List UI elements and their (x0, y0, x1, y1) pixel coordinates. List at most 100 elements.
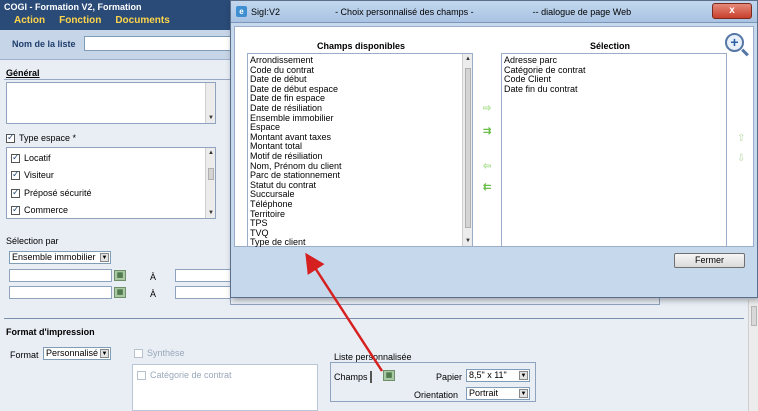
a-label-1: À (150, 272, 157, 282)
scroll-up-icon[interactable]: ▲ (465, 56, 471, 62)
format-select[interactable]: Personnalisé ▼ (43, 347, 111, 360)
scroll-thumb[interactable] (465, 68, 471, 228)
chevron-down-icon[interactable]: ▼ (100, 253, 109, 262)
list-item[interactable]: Date fin du contrat (504, 84, 578, 94)
papier-select[interactable]: 8,5" x 11" ▼ (466, 369, 530, 382)
remove-field-arrow-icon[interactable]: ⇦ (483, 161, 491, 172)
selected-fields-listbox[interactable]: Adresse parc Catégorie de contrat Code Cli… (501, 53, 727, 247)
visiteur-checkbox[interactable] (11, 169, 20, 180)
calendar-icon[interactable]: ▦ (114, 287, 126, 298)
list-item[interactable]: Préposé sécurité (11, 187, 92, 198)
tab-general[interactable]: Général (6, 68, 40, 78)
papier-value: 8,5" x 11" (469, 370, 507, 380)
commerce-checkbox[interactable] (11, 204, 20, 215)
to-input-1[interactable] (175, 269, 231, 282)
categorie-checkbox[interactable] (137, 370, 146, 380)
synthese-checkbox[interactable] (134, 348, 143, 358)
orientation-label: Orientation (414, 390, 459, 400)
list-item[interactable]: Type de client (250, 238, 306, 247)
list-name-input[interactable] (84, 36, 234, 51)
synthese-row: Synthèse (134, 348, 185, 358)
list-item[interactable]: Catégorie de contrat (137, 370, 232, 380)
list-item[interactable]: Commerce (11, 204, 68, 215)
list-item[interactable]: Arrondissement (250, 56, 313, 65)
type-espace-checkbox[interactable] (6, 132, 15, 143)
move-up-icon[interactable]: ⇧ (737, 133, 745, 144)
menu-action[interactable]: Action (14, 15, 45, 26)
scroll-thumb[interactable] (208, 168, 214, 180)
list-item[interactable]: Motif de résiliation (250, 152, 323, 161)
locatif-checkbox[interactable] (11, 152, 20, 163)
categorie-label: Catégorie de contrat (150, 370, 232, 380)
scroll-down-icon[interactable]: ▼ (208, 115, 214, 121)
scroll-down-icon[interactable]: ▼ (465, 238, 471, 244)
menu-fonction[interactable]: Fonction (59, 15, 101, 26)
scroll-down-icon[interactable]: ▼ (208, 210, 214, 216)
dialog-title-text: - Choix personnalisé des champs - (335, 7, 474, 17)
selection-par-value: Ensemble immobilier (12, 252, 96, 262)
close-icon[interactable]: x (712, 3, 752, 19)
categorie-listbox[interactable]: Catégorie de contrat (132, 364, 318, 411)
dialog-title: SigI:V2 - Choix personnalisé des champs … (251, 7, 631, 17)
tab-divider (4, 79, 230, 80)
orientation-select[interactable]: Portrait ▼ (466, 387, 530, 400)
page-scroll-thumb[interactable] (751, 306, 757, 326)
add-field-arrow-icon[interactable]: ⇨ (483, 103, 491, 114)
field-chooser-dialog: e SigI:V2 - Choix personnalisé des champ… (230, 0, 758, 298)
type-espace-row: Type espace * (6, 132, 77, 143)
list-item[interactable]: TPS (250, 219, 268, 228)
top-listbox[interactable]: ▼ (6, 82, 216, 124)
list-item[interactable]: Code Client (504, 75, 551, 84)
scroll-up-icon[interactable]: ▲ (208, 150, 214, 156)
chevron-down-icon[interactable]: ▼ (519, 371, 528, 380)
fermer-button[interactable]: Fermer (674, 253, 745, 268)
visiteur-label: Visiteur (24, 170, 54, 180)
list-item[interactable]: Date de résiliation (250, 104, 322, 113)
selection-par-select[interactable]: Ensemble immobilier ▼ (9, 251, 111, 264)
prepose-securite-checkbox[interactable] (11, 187, 20, 198)
to-input-2[interactable] (175, 286, 231, 299)
move-down-icon[interactable]: ⇩ (737, 153, 745, 164)
menu-documents[interactable]: Documents (115, 15, 169, 26)
app-title: COGI - Formation V2, Formation (4, 2, 142, 12)
available-fields-scrollbar[interactable]: ▲ ▼ (462, 54, 472, 246)
champs-checkbox[interactable] (370, 371, 372, 383)
a-label-2: À (150, 289, 157, 299)
available-fields-header: Champs disponibles (317, 41, 406, 51)
list-item[interactable]: Téléphone (250, 200, 293, 209)
papier-label: Papier (436, 372, 463, 382)
calendar-icon[interactable]: ▦ (114, 270, 126, 281)
dialog-app-name: SigI:V2 (251, 7, 281, 17)
list-item[interactable]: Adresse parc (504, 56, 557, 65)
browser-icon: e (236, 6, 247, 17)
list-name-label: Nom de la liste (12, 39, 76, 49)
list-item[interactable]: Date de début (250, 75, 307, 84)
selection-par-label: Sélection par (6, 236, 59, 246)
format-value: Personnalisé (46, 348, 99, 358)
format-label: Format (10, 350, 39, 360)
list-item[interactable]: Visiteur (11, 169, 54, 180)
type-espace-listbox[interactable]: Locatif Visiteur Préposé sécurité Commer… (6, 147, 216, 219)
page-scrollbar[interactable] (748, 300, 758, 411)
synthese-label: Synthèse (147, 348, 185, 358)
dialog-titlebar[interactable]: e SigI:V2 - Choix personnalisé des champ… (231, 1, 757, 23)
chevron-down-icon[interactable]: ▼ (519, 389, 528, 398)
remove-all-fields-icon[interactable]: ⇇ (483, 182, 491, 193)
selection-header: Sélection (590, 41, 631, 51)
section-divider (4, 318, 744, 319)
chevron-down-icon[interactable]: ▼ (100, 349, 109, 358)
list-item[interactable]: Parc de stationnement (250, 171, 340, 180)
orientation-value: Portrait (469, 388, 499, 398)
from-input-1[interactable] (9, 269, 112, 282)
champs-label: Champs (334, 372, 368, 382)
available-fields-listbox[interactable]: Arrondissement Code du contrat Date de déb… (247, 53, 473, 247)
list-item[interactable]: Locatif (11, 152, 51, 163)
top-listbox-scrollbar[interactable]: ▼ (205, 83, 215, 123)
field-chooser-icon[interactable]: ▦ (383, 370, 395, 381)
list-item[interactable]: Espace (250, 123, 280, 132)
add-all-fields-icon[interactable]: ⇉ (483, 126, 491, 137)
app-menu: Action Fonction Documents (14, 15, 170, 26)
from-input-2[interactable] (9, 286, 112, 299)
type-espace-scrollbar[interactable]: ▲ ▼ (205, 148, 215, 218)
type-espace-label: Type espace * (19, 133, 77, 143)
